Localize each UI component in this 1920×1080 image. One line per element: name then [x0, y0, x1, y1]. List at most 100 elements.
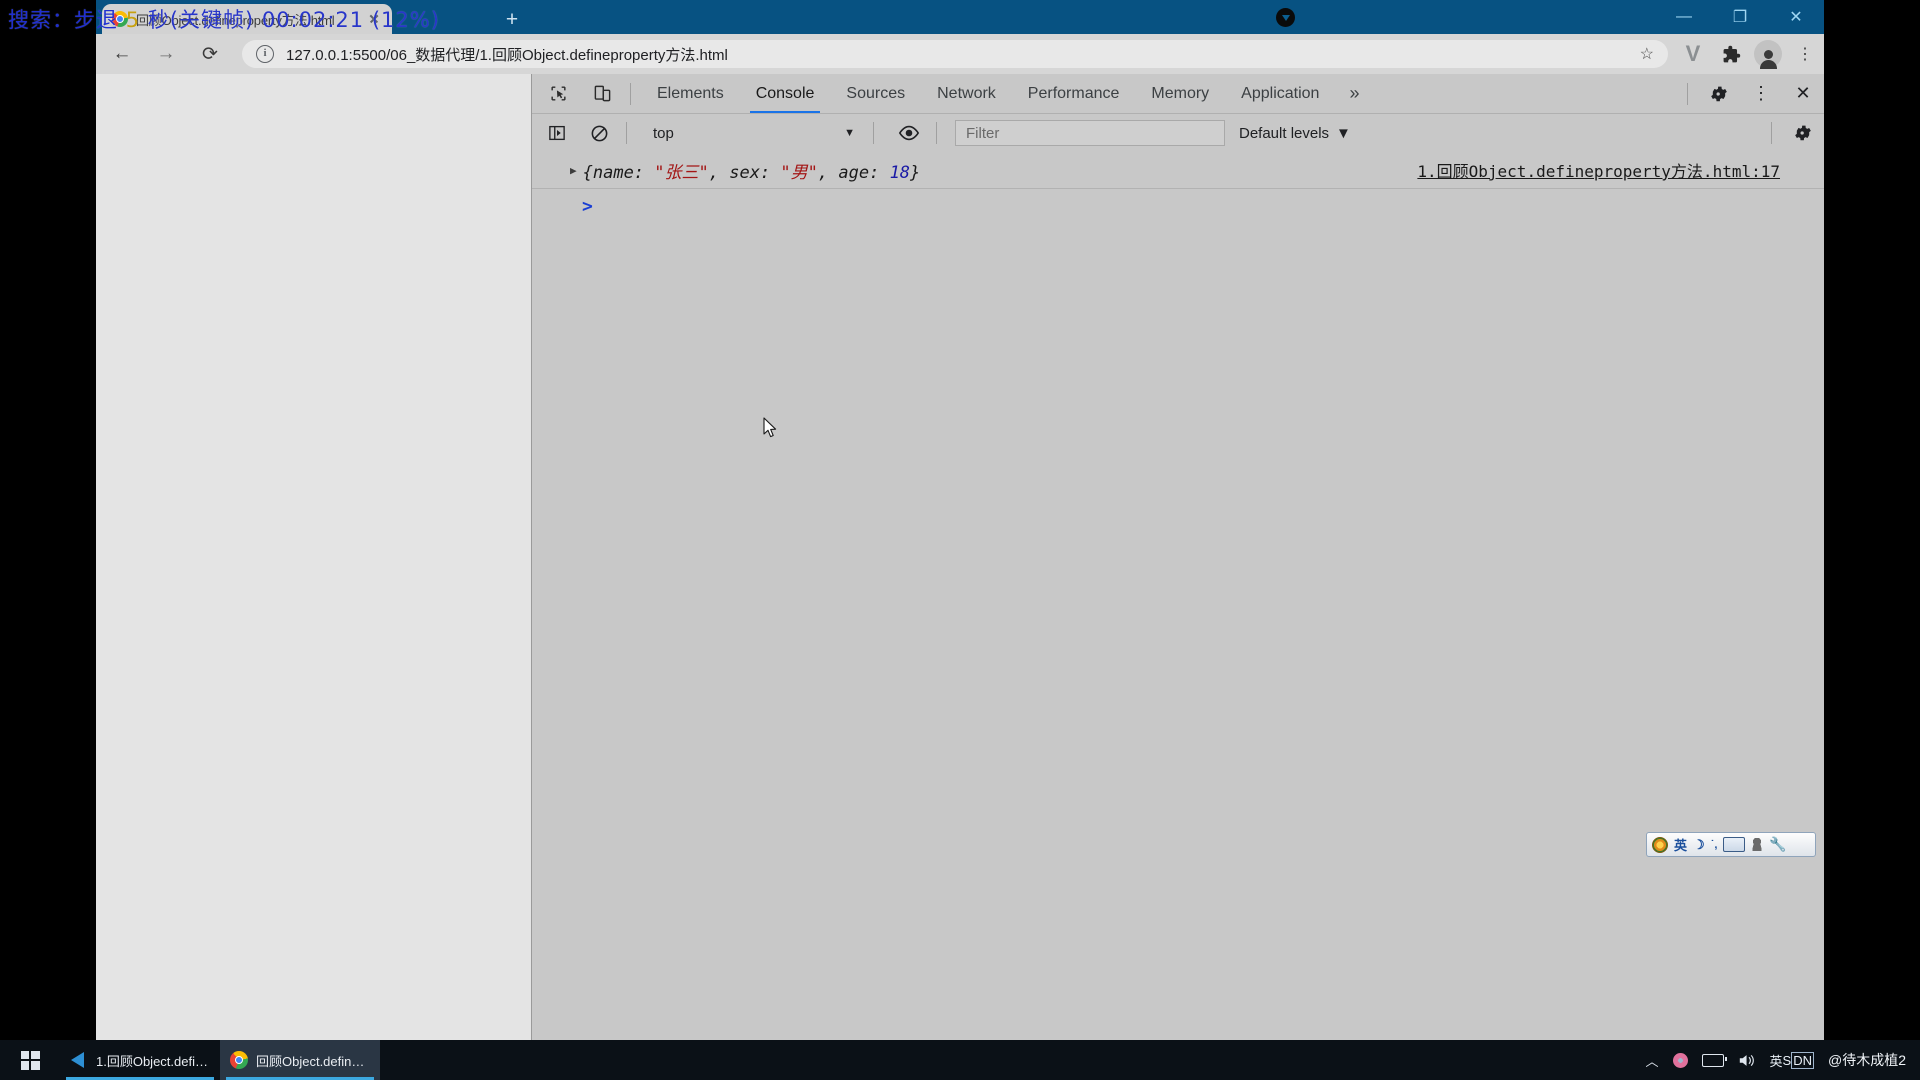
back-button[interactable]: ← [104, 36, 140, 72]
tray-battery-icon[interactable] [1701, 1053, 1727, 1067]
log-mid-1: , sex: [708, 162, 781, 183]
levels-chevron-down-icon: ▼ [1336, 124, 1351, 142]
devtools-tab-performance[interactable]: Performance [1012, 75, 1136, 113]
console-levels-value: Default levels [1239, 124, 1330, 142]
puzzle-glyph [1723, 45, 1740, 62]
recorder-percent: (12%) [371, 8, 440, 32]
clear-glyph [591, 125, 607, 141]
moon-icon[interactable]: ☽ [1693, 837, 1705, 853]
tray-user-label: @待木成植2 [1828, 1052, 1906, 1068]
punctuation-icon[interactable]: ˙, [1711, 839, 1718, 851]
taskbar-item-vscode-label: 1.回顾Object.define... [96, 1053, 210, 1069]
sogou-logo-icon[interactable] [1652, 836, 1668, 853]
chevron-down-icon: ▼ [844, 127, 855, 139]
sidebar-glyph [549, 125, 565, 141]
device-toolbar-icon[interactable] [584, 79, 620, 109]
vimium-extension-icon[interactable]: V [1674, 36, 1712, 72]
tray-ime-lang: 英 [1769, 1053, 1783, 1069]
system-tray: ︿ 英 S DN @待木成植2 [1646, 1050, 1920, 1070]
console-context-selector[interactable]: top ▼ [645, 120, 863, 146]
console-toolbar: top ▼ Filter Default levels ▼ [532, 114, 1824, 153]
devtools-tab-elements[interactable]: Elements [641, 75, 740, 113]
log-sex-value: "男" [780, 162, 818, 183]
live-expression-eye-icon[interactable] [892, 119, 926, 147]
wrench-icon[interactable]: 🔧 [1769, 836, 1786, 853]
reload-button[interactable]: ⟳ [192, 36, 228, 72]
console-separator-4 [1771, 122, 1772, 144]
devtools-separator-2 [1687, 82, 1688, 105]
address-bar-url: 127.0.0.1:5500/06_数据代理/1.回顾Object.define… [286, 46, 728, 64]
windows-taskbar: 1.回顾Object.define... 回顾Object.definepr..… [0, 1040, 1920, 1080]
taskbar-item-vscode[interactable]: 1.回顾Object.define... [60, 1040, 220, 1080]
log-prefix: {name: [582, 162, 655, 183]
devtools-kebab-menu-icon[interactable]: ⋮ [1740, 75, 1782, 113]
inspect-glyph [550, 86, 566, 101]
window-close-button[interactable]: ✕ [1768, 0, 1824, 34]
log-expander-triangle-icon[interactable]: ▶ [570, 164, 577, 177]
win-logo-q2 [31, 1050, 40, 1059]
devtools-tab-application[interactable]: Application [1225, 75, 1335, 113]
devtools-separator [630, 82, 631, 105]
console-filter-input[interactable]: Filter [955, 120, 1225, 146]
console-log-row[interactable]: ▶ {name: "张三", sex: "男", age: 18} 1.回顾Ob… [532, 152, 1824, 189]
forward-button[interactable]: → [148, 36, 184, 72]
ime-language-mode[interactable]: 英 [1674, 835, 1687, 854]
inspect-element-icon[interactable] [540, 79, 576, 109]
console-log-source-link[interactable]: 1.回顾Object.defineproperty方法.html:17 [1417, 158, 1780, 182]
tray-ime-indicator[interactable]: 英 S DN [1770, 1051, 1814, 1070]
devtools-settings-gear-icon[interactable] [1698, 75, 1740, 113]
devtools-tab-memory[interactable]: Memory [1135, 75, 1225, 113]
devtools-tabbar: Elements Console Sources Network Perform… [532, 74, 1824, 114]
console-log-levels-selector[interactable]: Default levels ▼ [1239, 125, 1351, 142]
clear-console-icon[interactable] [582, 119, 616, 147]
window-maximize-button[interactable]: ❐ [1712, 0, 1768, 34]
tray-volume-icon[interactable] [1738, 1053, 1756, 1068]
console-settings-gear-icon[interactable] [1782, 114, 1824, 152]
recorder-seconds: 5 [125, 8, 141, 32]
sogou-ime-toolbar[interactable]: 英 ☽ ˙, 🔧 [1646, 832, 1816, 857]
user-icon[interactable] [1751, 838, 1764, 851]
console-prompt-caret-icon: > [582, 195, 593, 217]
devtools-close-icon[interactable]: ✕ [1782, 75, 1824, 113]
devtools-more-tabs-icon[interactable]: » [1335, 75, 1373, 113]
win-logo-q4 [31, 1061, 40, 1070]
log-age-value: 18 [889, 162, 911, 183]
recording-indicator-triangle [1281, 14, 1290, 21]
desktop-background: 回顾Object.defineproperty方法.html + — ❐ ✕ ←… [0, 0, 1920, 1080]
console-gear-glyph [1795, 125, 1811, 141]
console-log-message: {name: "张三", sex: "男", age: 18} [583, 158, 921, 183]
log-mid-2: , age: [817, 162, 890, 183]
flower-glyph [1672, 1052, 1688, 1068]
console-context-value: top [653, 124, 674, 142]
avatar-glyph [1759, 49, 1777, 69]
console-output-area: ▶ {name: "张三", sex: "男", age: 18} 1.回顾Ob… [532, 152, 1824, 1040]
devtools-tab-network[interactable]: Network [921, 75, 1012, 113]
address-bar[interactable]: i 127.0.0.1:5500/06_数据代理/1.回顾Object.defi… [242, 40, 1668, 68]
recording-indicator-icon [1276, 8, 1295, 27]
console-separator-3 [936, 122, 937, 144]
extensions-puzzle-icon[interactable] [1712, 36, 1750, 72]
profile-avatar-icon[interactable] [1754, 40, 1782, 69]
console-prompt-row[interactable]: > [532, 189, 1824, 223]
console-separator-2 [873, 122, 874, 144]
new-tab-button[interactable]: + [500, 9, 524, 33]
console-sidebar-icon[interactable] [540, 119, 574, 147]
vscode-icon [70, 1051, 88, 1069]
bookmark-star-icon[interactable]: ☆ [1640, 44, 1654, 64]
site-info-icon[interactable]: i [256, 45, 274, 63]
devtools-tab-sources[interactable]: Sources [830, 75, 921, 113]
tray-expand-chevron-icon[interactable]: ︿ [1646, 1051, 1659, 1070]
log-name-value: "张三" [654, 162, 709, 183]
keyboard-icon[interactable] [1723, 837, 1746, 852]
chrome-browser-window: 回顾Object.defineproperty方法.html + — ❐ ✕ ←… [96, 0, 1824, 1040]
eye-glyph [898, 125, 920, 141]
browser-menu-icon[interactable]: ⋮ [1786, 36, 1824, 72]
volume-glyph [1739, 1054, 1754, 1066]
tray-flower-icon[interactable] [1672, 1052, 1688, 1068]
devtools-tab-console[interactable]: Console [740, 75, 831, 113]
taskbar-item-chrome[interactable]: 回顾Object.definepr... [220, 1040, 380, 1080]
window-minimize-button[interactable]: — [1656, 0, 1712, 34]
windows-start-button[interactable] [0, 1040, 60, 1080]
devtools-tabbar-actions: ⋮ ✕ [1677, 75, 1824, 113]
recorder-suffix: 秒(关键帧) [147, 8, 255, 32]
